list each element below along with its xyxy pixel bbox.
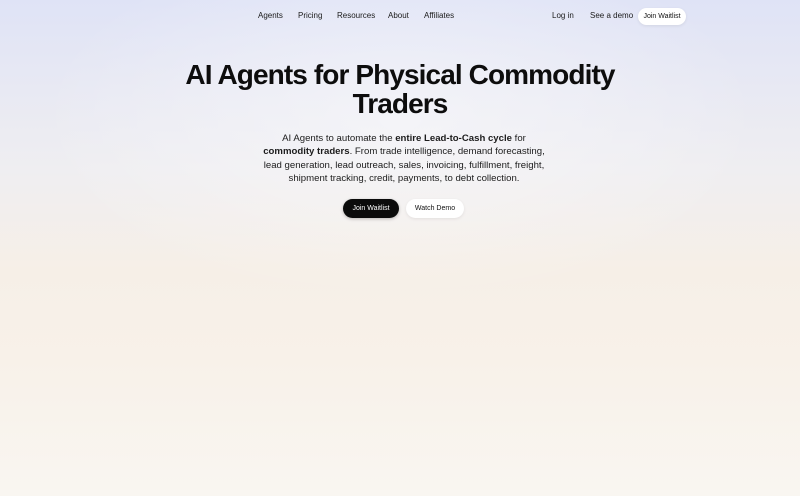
hero-title-line2: Traders <box>352 88 449 119</box>
hero-desc-part1: AI Agents to automate the <box>282 133 396 144</box>
hero-desc-bold1: entire Lead-to-Cash cycle <box>395 133 512 144</box>
nav-join-waitlist-button[interactable]: Join Waitlist <box>638 8 686 25</box>
login-link[interactable]: Log in <box>552 11 574 20</box>
nav-link-agents[interactable]: Agents <box>258 11 283 20</box>
nav-link-affiliates[interactable]: Affiliates <box>424 11 454 20</box>
join-waitlist-button[interactable]: Join Waitlist <box>343 199 399 218</box>
nav-link-pricing[interactable]: Pricing <box>298 11 322 20</box>
nav-link-resources[interactable]: Resources <box>337 11 375 20</box>
hero-title-line1: AI Agents for Physical Commodity <box>185 59 615 90</box>
see-demo-link[interactable]: See a demo <box>590 11 633 20</box>
hero-description: AI Agents to automate the entire Lead-to… <box>256 132 552 186</box>
hero-desc-part2: for <box>511 133 526 144</box>
nav-link-about[interactable]: About <box>388 11 409 20</box>
top-nav: Agents Pricing Resources About Affiliate… <box>0 0 800 34</box>
hero-desc-bold2: commodity traders <box>263 146 350 158</box>
hero-title: AI Agents for Physical Commodity Traders <box>150 60 650 118</box>
watch-demo-button[interactable]: Watch Demo <box>406 199 464 218</box>
